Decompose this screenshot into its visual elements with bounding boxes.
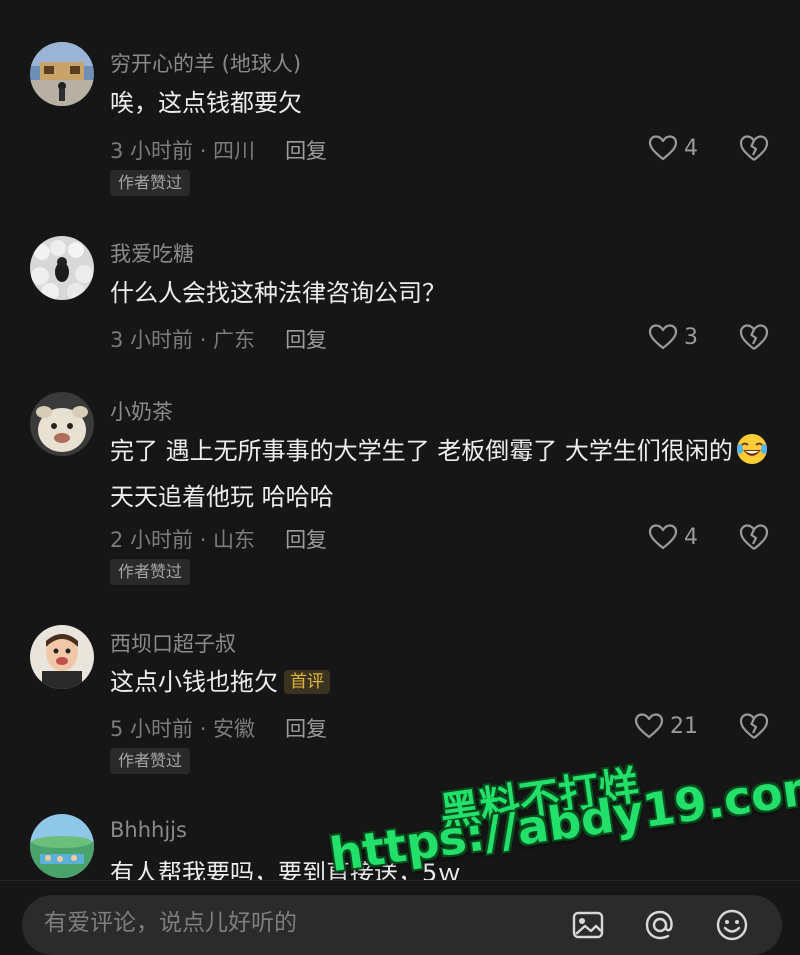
comment-text-part1: 完了 遇上无所事事的大学生了 老板倒霉了 大学生们很闲的 [110,437,733,465]
at-icon[interactable] [642,907,678,943]
reply-button[interactable]: 回复 [285,528,327,552]
image-icon[interactable] [570,907,606,943]
dislike-button[interactable] [738,522,770,552]
broken-heart-icon [739,524,769,550]
emoji-icon[interactable] [714,907,750,943]
comment-text: 唉，这点钱都要欠 [110,89,302,117]
avatar[interactable] [30,625,94,689]
comment-text-part2: 天天追着他玩 哈哈哈 [110,483,334,511]
like-count: 4 [684,524,698,550]
comment-meta: 2 小时前 · 山东 回复 [110,524,327,554]
like-button[interactable]: 21 [634,711,698,741]
like-button[interactable]: 4 [648,522,698,552]
like-button[interactable]: 4 [648,133,698,163]
broken-heart-icon [739,713,769,739]
reply-button[interactable]: 回复 [285,139,327,163]
like-button[interactable]: 3 [648,322,698,352]
comment-username[interactable]: 我爱吃糖 [110,238,194,268]
comment-meta: 5 小时前 · 安徽 回复 [110,713,327,743]
comment-username[interactable]: 西坝口超子叔 [110,628,236,658]
comment-text: 什么人会找这种法律咨询公司？ [110,279,446,307]
author-liked-tag: 作者赞过 [110,170,191,196]
comment-username[interactable]: 穷开心的羊 (地球人) [110,48,301,78]
heart-icon [648,324,678,350]
heart-icon [634,713,664,739]
comment-username[interactable]: 小奶茶 [110,396,173,426]
comment-text: 这点小钱也拖欠 首评 [110,659,775,705]
first-comment-badge: 首评 [284,670,330,694]
like-count: 4 [684,135,698,161]
comment-input-box [22,895,782,955]
avatar[interactable] [30,814,94,878]
comment-meta: 3 小时前 · 四川 回复 [110,135,327,165]
heart-icon [648,524,678,550]
comment-time-location: 2 小时前 · 山东 [110,528,256,552]
dislike-button[interactable] [738,322,770,352]
reply-button[interactable]: 回复 [285,717,327,741]
comment-text: 完了 遇上无所事事的大学生了 老板倒霉了 大学生们很闲的天天追着他玩 哈哈哈 [110,428,775,520]
like-count: 21 [670,713,698,739]
comment-time-location: 3 小时前 · 广东 [110,328,256,352]
reply-button[interactable]: 回复 [285,328,327,352]
watermark-title: 黑料不打烊 [437,762,642,837]
comment-time-location: 5 小时前 · 安徽 [110,717,256,741]
like-count: 3 [684,324,698,350]
comment-input[interactable] [42,907,486,939]
author-liked-tag: 作者赞过 [110,559,191,585]
broken-heart-icon [739,135,769,161]
avatar[interactable] [30,392,94,456]
comment-username[interactable]: Bhhhjjs [110,818,187,842]
broken-heart-icon [739,324,769,350]
comment-text: 这点小钱也拖欠 [110,668,278,696]
comment-meta: 3 小时前 · 广东 回复 [110,324,327,354]
comment-time-location: 3 小时前 · 四川 [110,139,256,163]
dislike-button[interactable] [738,711,770,741]
avatar[interactable] [30,42,94,106]
avatar[interactable] [30,236,94,300]
laughing-emoji-icon [736,434,767,464]
comment-input-bar [0,880,800,955]
author-liked-tag: 作者赞过 [110,748,191,774]
dislike-button[interactable] [738,133,770,163]
heart-icon [648,135,678,161]
